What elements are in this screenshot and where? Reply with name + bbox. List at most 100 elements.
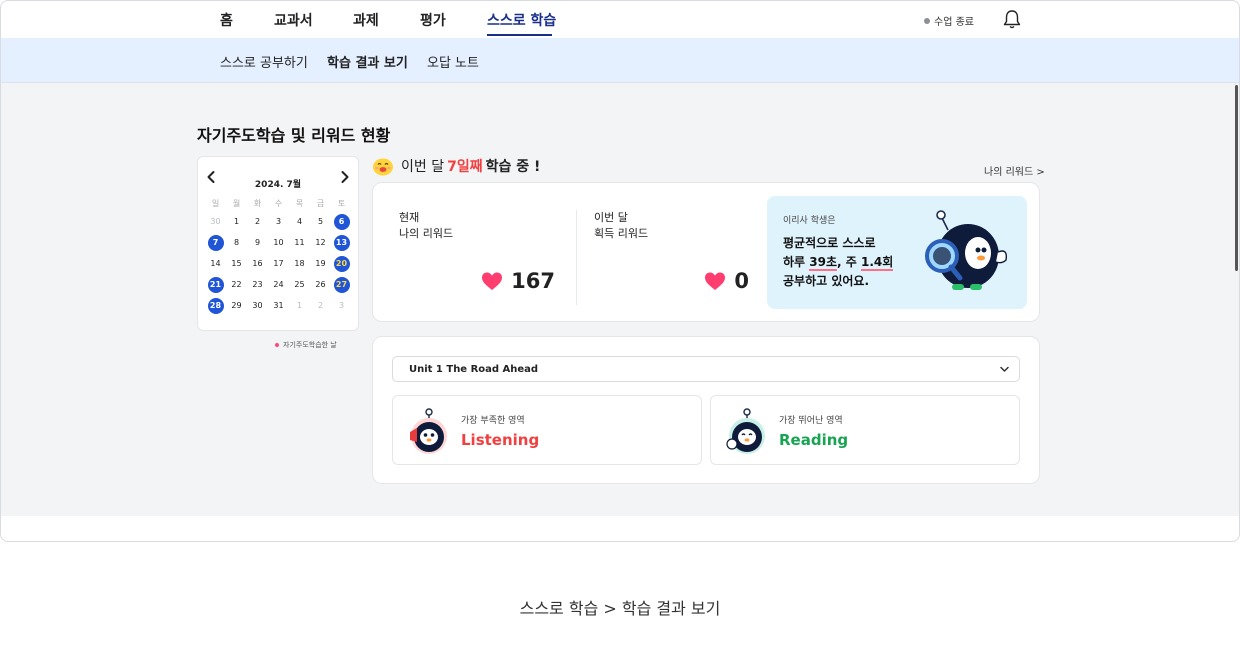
calendar-weekday: 수 [274,198,283,208]
calendar-month: 2024. 7월 [254,180,302,190]
calendar-day[interactable]: 9 [247,232,268,253]
calendar-day[interactable]: 22 [226,274,247,295]
calendar-day[interactable]: 2 [310,295,331,316]
tab-self-study[interactable]: 스스로 학습 [487,10,556,30]
student-name-label: 이리사 학생은 [783,216,836,226]
strongest-area-card: 가장 뛰어난 영역 Reading [710,395,1020,465]
divider [576,210,577,305]
tab-evaluation[interactable]: 평가 [420,10,446,30]
streak-suffix: 학습 중 ! [485,159,541,175]
calendar-day[interactable]: 14 [205,253,226,274]
streak-days: 7일째 [447,159,483,175]
calendar-day[interactable]: 3 [268,211,289,232]
calendar-weekday: 월 [232,198,241,208]
calendar-day[interactable]: 23 [247,274,268,295]
calendar-legend: 자기주도학습한 날 [275,340,337,350]
current-reward-label: 현재 나의 리워드 [399,211,454,240]
subnav-results[interactable]: 학습 결과 보기 [327,52,408,71]
strongest-area-label: 가장 뛰어난 영역 [779,416,843,426]
top-nav: 홈 교과서 과제 평가 스스로 학습 수업 종료 [1,1,1239,38]
summary-line-1: 평균적으로 스스로 [783,236,876,250]
heart-icon [705,272,726,290]
studied-day-marker: 27 [333,276,350,293]
subnav-wrong-notes[interactable]: 오답 노트 [427,52,479,71]
strongest-area-value: Reading [779,431,849,449]
calendar-day[interactable]: 26 [310,274,331,295]
unit-analysis-card: Unit 1 The Road Ahead 가장 부족한 영역 Listenin… [372,336,1040,484]
calendar-day[interactable]: 21 [205,274,226,295]
chevron-right-icon[interactable] [338,169,352,185]
tab-assignment[interactable]: 과제 [353,10,379,30]
calendar-day[interactable]: 1 [226,211,247,232]
calendar-day[interactable]: 15 [226,253,247,274]
end-class-button[interactable]: 수업 종료 [924,13,974,28]
calendar-weekday: 토 [337,198,346,208]
calendar-day[interactable]: 12 [310,232,331,253]
chevron-down-icon [1000,366,1009,372]
calendar-day[interactable]: 11 [289,232,310,253]
month-reward-label: 이번 달 획득 리워드 [594,211,649,240]
status-dot-icon [924,17,930,24]
unit-select[interactable]: Unit 1 The Road Ahead [392,356,1020,382]
reward-card: 현재 나의 리워드 167 이번 달 획득 리워드 0 이리사 학생은 평균적으… [372,182,1040,322]
robot-happy-icon [726,408,765,454]
month-reward-value: 0 [704,269,749,293]
streak-banner: 이번 달 7일째 학습 중 ! [372,156,540,176]
calendar-day[interactable]: 19 [310,253,331,274]
calendar-weekday: 일 [211,198,220,208]
subnav-self-study[interactable]: 스스로 공부하기 [220,52,308,71]
studied-day-marker: 6 [333,213,350,230]
calendar-day[interactable]: 10 [268,232,289,253]
study-summary-box: 이리사 학생은 평균적으로 스스로 하루 39초, 주 1.4회 공부하고 있어… [767,196,1027,309]
calendar-day[interactable]: 6 [331,211,352,232]
calendar-day[interactable]: 31 [268,295,289,316]
summary-line-3: 공부하고 있어요. [783,274,870,288]
tab-home[interactable]: 홈 [220,10,233,30]
scrollbar-thumb[interactable] [1235,85,1238,271]
my-reward-link[interactable]: 나의 리워드 > [984,163,1045,178]
section-title: 자기주도학습 및 리워드 현황 [197,126,391,145]
calendar-day[interactable]: 1 [289,295,310,316]
weakest-area-value: Listening [461,431,540,449]
unit-select-value: Unit 1 The Road Ahead [409,364,539,375]
calendar-day[interactable]: 13 [331,232,352,253]
calendar-day[interactable]: 18 [289,253,310,274]
calendar-day[interactable]: 24 [268,274,289,295]
calendar-day[interactable]: 4 [289,211,310,232]
summary-line-2: 하루 39초, 주 1.4회 [783,255,894,271]
calendar-day[interactable]: 5 [310,211,331,232]
calendar-day[interactable]: 16 [247,253,268,274]
calendar-day[interactable]: 3 [331,295,352,316]
weakest-area-label: 가장 부족한 영역 [461,416,525,426]
calendar-day[interactable]: 2 [247,211,268,232]
app-window: 홈 교과서 과제 평가 스스로 학습 수업 종료 스스로 공부하기 학습 결과 … [0,0,1240,542]
streak-prefix: 이번 달 [401,159,445,175]
robot-sad-icon [410,408,447,454]
calendar-day[interactable]: 8 [226,232,247,253]
calendar-day[interactable]: 20 [331,253,352,274]
tab-textbook[interactable]: 교과서 [274,10,313,30]
studied-day-marker: 28 [207,297,224,314]
studied-day-marker: 13 [333,234,350,251]
robot-magnifier-icon [925,210,1008,290]
weakest-area-card: 가장 부족한 영역 Listening [392,395,702,465]
calendar-day[interactable]: 25 [289,274,310,295]
footer-area [1,516,1239,541]
heart-icon [482,272,503,290]
calendar-day[interactable]: 27 [331,274,352,295]
studied-day-marker: 7 [207,234,224,251]
end-class-label: 수업 종료 [934,17,974,28]
current-reward-value: 167 [481,269,555,293]
bell-icon[interactable] [1002,8,1022,30]
smile-face-icon [373,158,393,176]
calendar-day[interactable]: 17 [268,253,289,274]
sub-nav: 스스로 공부하기 학습 결과 보기 오답 노트 [1,38,1239,83]
calendar-day[interactable]: 30 [205,211,226,232]
calendar-weekday: 목 [295,198,304,208]
calendar-day[interactable]: 30 [247,295,268,316]
legend-dot-icon [275,343,279,347]
calendar-weekday: 금 [316,198,325,208]
calendar-day[interactable]: 29 [226,295,247,316]
calendar-day[interactable]: 7 [205,232,226,253]
calendar-day[interactable]: 28 [205,295,226,316]
